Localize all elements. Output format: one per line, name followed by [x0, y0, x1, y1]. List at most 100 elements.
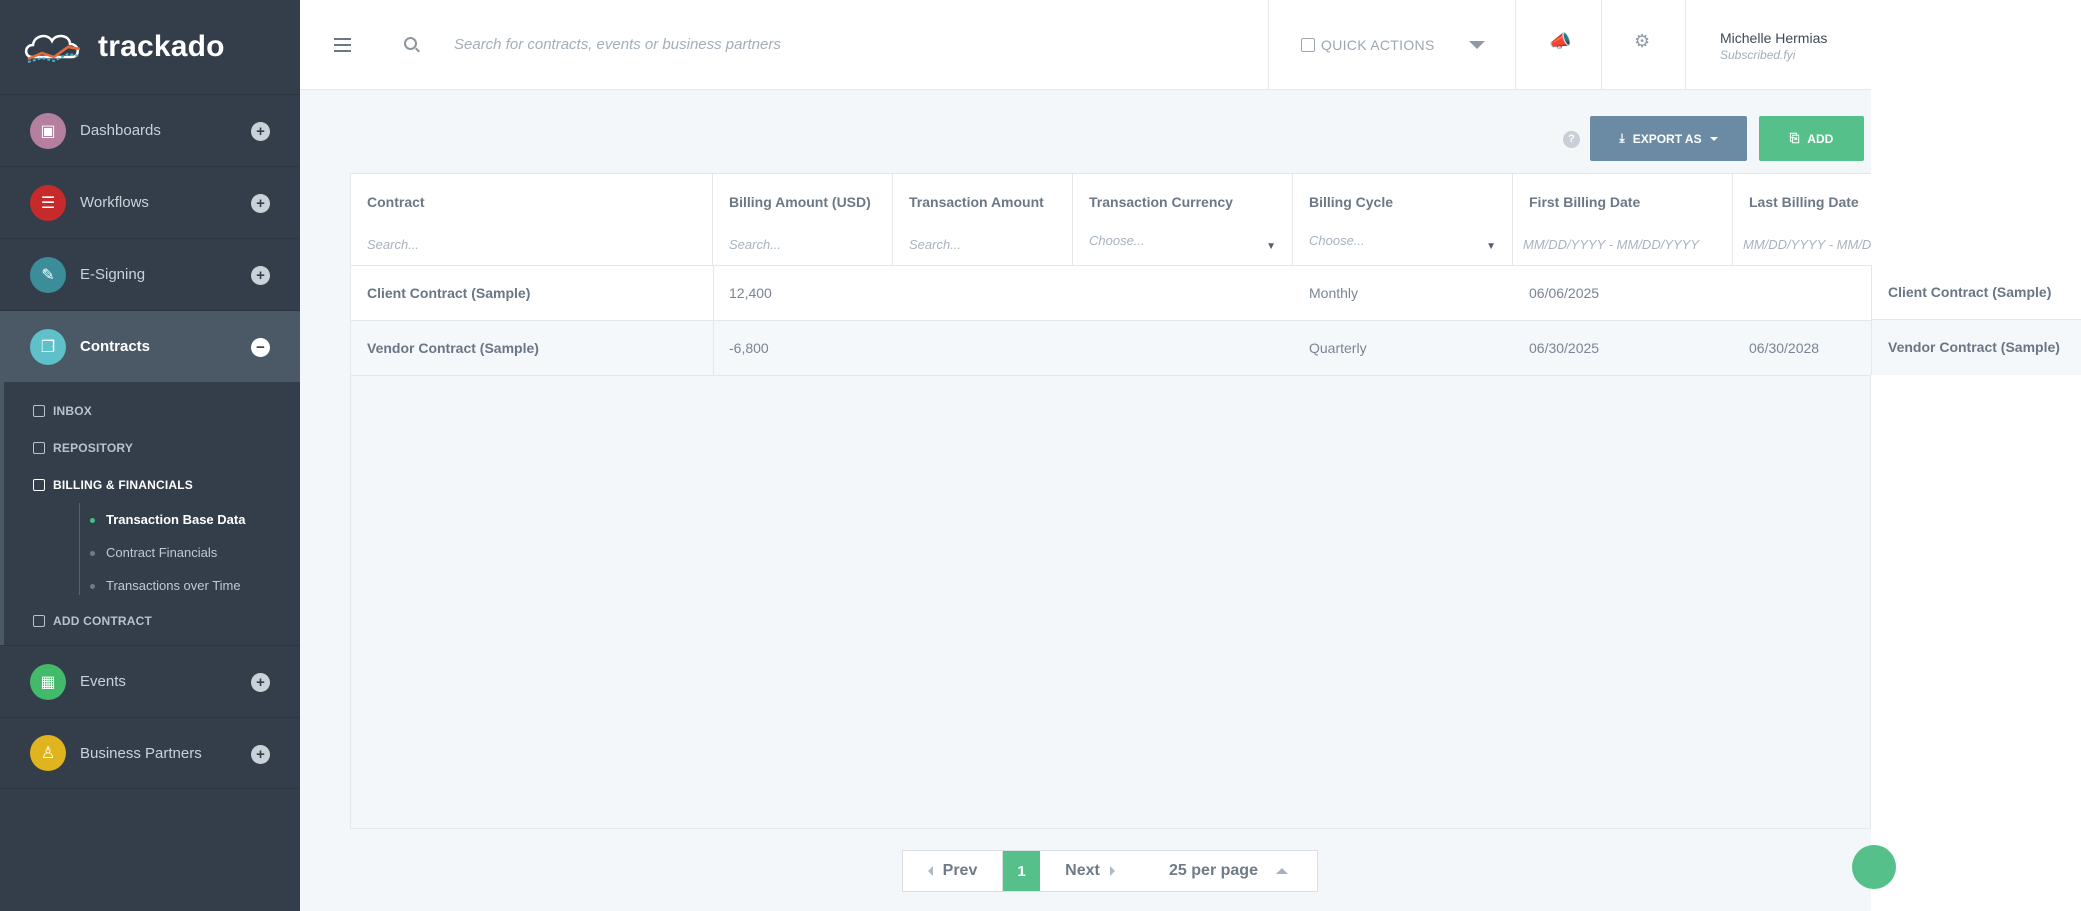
contract-icon: ❐	[30, 328, 66, 365]
column-title[interactable]: Transaction Amount	[909, 194, 1044, 210]
sub-item-label: ADD CONTRACT	[53, 613, 153, 628]
cell-contract[interactable]: Client Contract (Sample)	[1888, 284, 2051, 300]
sidebar: trackado ▣ Dashboards + ☰ Workflows + ✎ …	[0, 0, 300, 911]
sidebar-item-label: Contracts	[80, 338, 151, 355]
billing-cycle-filter-select[interactable]: Choose...	[1309, 233, 1365, 248]
expand-plus-icon[interactable]: +	[251, 673, 270, 692]
user-organization: Subscribed.fyi	[1720, 48, 1796, 62]
column-title[interactable]: First Billing Date	[1529, 194, 1640, 210]
logo-text: trackado	[98, 30, 225, 63]
cell-divider	[713, 321, 714, 376]
sidebar-item-events[interactable]: ▦ Events +	[0, 645, 300, 717]
quick-actions-dropdown[interactable]: QUICK ACTIONS	[1301, 0, 1516, 90]
sidebar-item-label: Business Partners	[80, 744, 202, 762]
dot-icon	[90, 584, 95, 589]
export-as-button[interactable]: ⤓ EXPORT AS	[1590, 116, 1747, 161]
sub-item-repository[interactable]: REPOSITORY	[4, 429, 300, 466]
sidebar-item-contracts[interactable]: ❐ Contracts −	[0, 310, 300, 382]
cell-first-billing-date: 06/30/2025	[1529, 340, 1600, 356]
sidebar-item-dashboards[interactable]: ▣ Dashboards +	[0, 94, 300, 166]
logo[interactable]: trackado	[0, 0, 300, 94]
per-page-select[interactable]: 25 per page	[1140, 851, 1317, 891]
contract-filter-input[interactable]: Search...	[367, 237, 419, 252]
menu-icon[interactable]	[334, 38, 351, 56]
dot-icon	[90, 551, 95, 556]
last-date-filter-input[interactable]: MM/DD/YYYY - MM/DD/YYYY	[1743, 237, 1872, 252]
cell-billing-amount: -6,800	[729, 340, 769, 356]
help-icon[interactable]: ?	[1563, 131, 1580, 148]
sidebar-item-e-signing[interactable]: ✎ E-Signing +	[0, 238, 300, 310]
expand-plus-icon[interactable]: +	[251, 266, 270, 285]
sub-item-contract-financials[interactable]: Contract Financials	[4, 536, 300, 569]
billing-amount-filter-input[interactable]: Search...	[729, 237, 781, 252]
expand-plus-icon[interactable]: +	[251, 122, 270, 141]
sub-item-label: Contract Financials	[106, 545, 218, 560]
per-page-label: 25 per page	[1169, 862, 1258, 879]
export-label: EXPORT AS	[1632, 131, 1702, 146]
user-name[interactable]: Michelle Hermias	[1720, 30, 1827, 46]
table-row[interactable]: Vendor Contract (Sample)	[1871, 320, 2081, 375]
gear-icon[interactable]: ⚙	[1634, 31, 1650, 52]
sub-item-label: REPOSITORY	[53, 440, 134, 455]
cell-contract[interactable]: Vendor Contract (Sample)	[367, 340, 539, 356]
sidebar-item-label: Events	[80, 673, 126, 690]
next-label: Next	[1065, 862, 1100, 879]
cell-billing-cycle: Quarterly	[1309, 340, 1367, 356]
column-transaction-amount: Transaction Amount Search...	[893, 174, 1073, 266]
column-title[interactable]: Billing Cycle	[1309, 194, 1393, 210]
inbox-icon	[33, 404, 45, 417]
sub-item-inbox[interactable]: INBOX	[4, 392, 300, 429]
cell-billing-cycle: Monthly	[1309, 285, 1359, 301]
column-contract: Contract Search...	[351, 174, 713, 266]
chevron-up-icon	[1275, 868, 1288, 874]
column-title[interactable]: Transaction Currency	[1089, 194, 1233, 210]
caret-down-icon	[1709, 136, 1718, 141]
chevron-left-icon	[927, 866, 933, 876]
caret-down-icon[interactable]: ▼	[1266, 241, 1276, 252]
chat-icon[interactable]	[1852, 845, 1896, 889]
column-billing-cycle: Billing Cycle Choose... ▼	[1293, 174, 1513, 266]
search-icon[interactable]	[404, 37, 417, 50]
column-title[interactable]: Contract	[367, 194, 425, 210]
collapse-minus-icon[interactable]: −	[251, 338, 270, 357]
pen-icon: ✎	[30, 256, 66, 293]
next-page-button[interactable]: Next	[1040, 851, 1140, 891]
column-transaction-currency: Transaction Currency Choose... ▼	[1073, 174, 1293, 266]
sub-item-billing-financials[interactable]: BILLING & FINANCIALS	[4, 466, 300, 503]
sub-item-add-contract[interactable]: ADD CONTRACT	[4, 602, 300, 639]
column-billing-amount: Billing Amount (USD) Search...	[713, 174, 893, 266]
transaction-amount-filter-input[interactable]: Search...	[909, 237, 961, 252]
table-row[interactable]: Client Contract (Sample) 12,400 Monthly …	[351, 266, 1872, 321]
sidebar-item-business-partners[interactable]: ♙ Business Partners +	[0, 717, 300, 789]
sidebar-item-workflows[interactable]: ☰ Workflows +	[0, 166, 300, 238]
calendar-icon: ▦	[30, 663, 66, 700]
table-row[interactable]: Client Contract (Sample)	[1871, 265, 2081, 320]
repository-icon	[33, 441, 45, 454]
expand-plus-icon[interactable]: +	[251, 194, 270, 213]
header-divider	[1685, 0, 1686, 90]
column-title[interactable]: Last Billing Date	[1749, 194, 1859, 210]
page-number-button[interactable]: 1	[1003, 851, 1040, 891]
add-button[interactable]: ⎘ ADD	[1759, 116, 1864, 161]
prev-page-button[interactable]: Prev	[903, 851, 1003, 891]
quick-actions-icon	[1301, 38, 1315, 52]
table-row[interactable]: Vendor Contract (Sample) -6,800 Quarterl…	[351, 321, 1872, 376]
cell-last-billing-date: 06/30/2028	[1749, 340, 1820, 356]
expand-plus-icon[interactable]: +	[251, 745, 270, 764]
sub-item-transactions-over-time[interactable]: Transactions over Time	[4, 569, 300, 602]
global-search-input[interactable]	[454, 30, 1054, 58]
currency-filter-select[interactable]: Choose...	[1089, 233, 1145, 248]
quick-actions-label: QUICK ACTIONS	[1321, 37, 1435, 53]
cell-contract[interactable]: Vendor Contract (Sample)	[1888, 339, 2060, 355]
workflow-icon: ☰	[30, 184, 66, 221]
cell-contract[interactable]: Client Contract (Sample)	[367, 285, 530, 301]
column-title[interactable]: Billing Amount (USD)	[729, 194, 871, 210]
megaphone-icon[interactable]: 📣	[1549, 31, 1571, 52]
column-first-billing-date: First Billing Date MM/DD/YYYY - MM/DD/YY…	[1513, 174, 1733, 266]
first-date-filter-input[interactable]: MM/DD/YYYY - MM/DD/YYYY	[1523, 237, 1699, 252]
chevron-down-icon	[1468, 41, 1485, 49]
sub-item-label: Transactions over Time	[106, 578, 241, 593]
sub-item-transaction-base-data[interactable]: Transaction Base Data	[4, 503, 300, 536]
add-label: ADD	[1807, 131, 1834, 146]
caret-down-icon[interactable]: ▼	[1486, 241, 1496, 252]
